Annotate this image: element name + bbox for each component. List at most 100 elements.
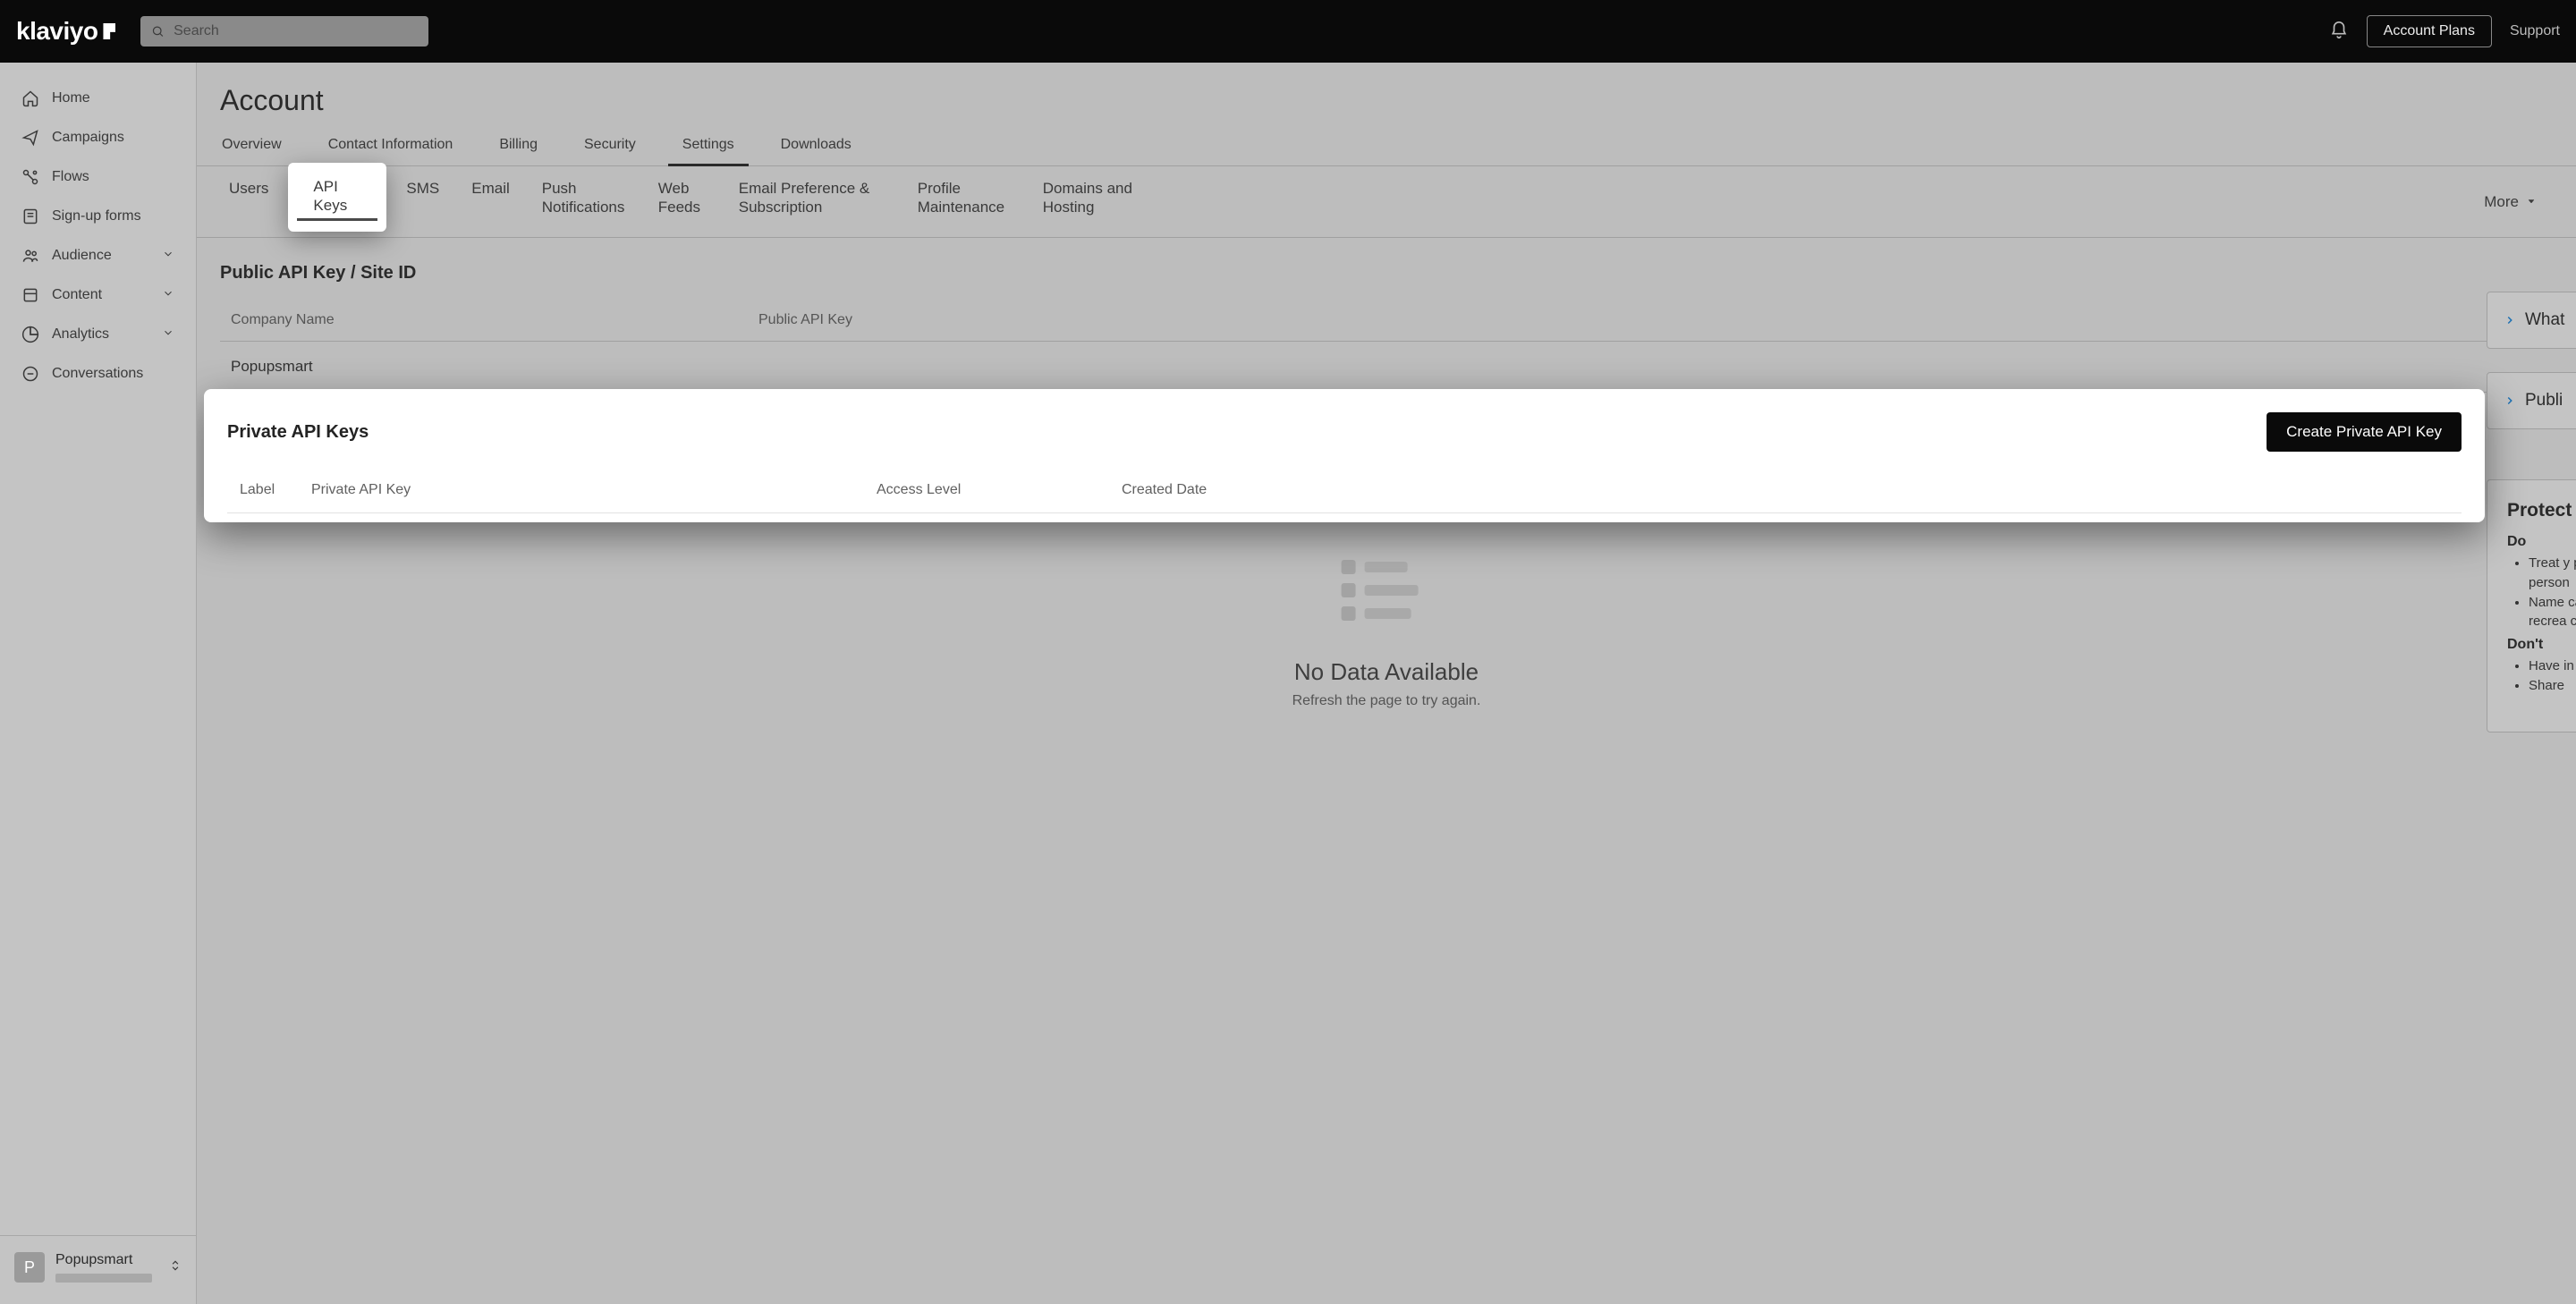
tab-settings[interactable]: Settings bbox=[681, 133, 736, 165]
support-link[interactable]: Support bbox=[2510, 23, 2560, 39]
chevron-right-icon bbox=[2504, 314, 2516, 326]
sidebar-item-analytics[interactable]: Analytics bbox=[0, 315, 196, 354]
subtab-more[interactable]: More bbox=[2468, 166, 2560, 237]
public-api-heading: Public API Key / Site ID bbox=[197, 238, 2576, 300]
help-card-label: What bbox=[2525, 310, 2564, 330]
sidebar: Home Campaigns Flows Sign-up forms Audie… bbox=[0, 63, 197, 1304]
subtab-domains-hosting[interactable]: Domains and Hosting bbox=[1027, 166, 1152, 237]
subtab-push-notifications[interactable]: Push Notifications bbox=[526, 166, 642, 237]
subtab-email-preference[interactable]: Email Preference & Subscription bbox=[723, 166, 902, 237]
sidebar-item-campaigns[interactable]: Campaigns bbox=[0, 118, 196, 157]
sidebar-item-label: Conversations bbox=[52, 366, 143, 382]
help-card-label: Publi bbox=[2525, 391, 2563, 411]
col-private-api-key: Private API Key bbox=[311, 482, 877, 498]
page-title: Account bbox=[197, 63, 2576, 133]
sidebar-nav: Home Campaigns Flows Sign-up forms Audie… bbox=[0, 63, 196, 1235]
subtab-email[interactable]: Email bbox=[455, 166, 526, 237]
col-label: Label bbox=[240, 482, 311, 498]
protect-do-list: Treat y passw person Name can ea recrea … bbox=[2507, 554, 2576, 631]
tab-contact-information[interactable]: Contact Information bbox=[326, 133, 455, 165]
analytics-icon bbox=[21, 326, 39, 343]
footer-placeholder-bar bbox=[55, 1274, 152, 1283]
account-tabs: Overview Contact Information Billing Sec… bbox=[197, 133, 2576, 166]
avatar: P bbox=[14, 1252, 45, 1283]
col-public-api-key: Public API Key bbox=[758, 312, 2542, 328]
flow-icon bbox=[21, 168, 39, 186]
sidebar-item-label: Audience bbox=[52, 248, 112, 264]
subtab-api-keys[interactable]: API Keys bbox=[288, 163, 386, 232]
subtab-sms[interactable]: SMS bbox=[390, 166, 455, 237]
cell-company-name: Popupsmart bbox=[231, 358, 758, 376]
private-table-header: Label Private API Key Access Level Creat… bbox=[227, 473, 2462, 513]
tab-downloads[interactable]: Downloads bbox=[779, 133, 853, 165]
caret-down-icon bbox=[2526, 196, 2537, 207]
col-company-name: Company Name bbox=[231, 312, 758, 328]
account-name: Popupsmart bbox=[55, 1252, 158, 1268]
settings-sub-tabs: Users API Keys SMS Email Push Notificati… bbox=[197, 166, 2576, 238]
list-item: Treat y passw person bbox=[2529, 554, 2576, 593]
sidebar-item-label: Campaigns bbox=[52, 130, 124, 146]
sidebar-item-label: Flows bbox=[52, 169, 89, 185]
sidebar-item-audience[interactable]: Audience bbox=[0, 236, 196, 275]
protect-panel: Protect Do Treat y passw person Name can… bbox=[2487, 479, 2576, 732]
private-api-keys-panel: Private API Keys Create Private API Key … bbox=[204, 389, 2485, 522]
sidebar-item-label: Content bbox=[52, 287, 102, 303]
topbar: klaviyo Account Plans Support bbox=[0, 0, 2576, 63]
subtab-profile-maintenance[interactable]: Profile Maintenance bbox=[902, 166, 1027, 237]
private-panel-header: Private API Keys Create Private API Key bbox=[227, 412, 2462, 452]
subtab-users[interactable]: Users bbox=[213, 166, 284, 237]
protect-dont-list: Have in a pu Share bbox=[2507, 656, 2576, 696]
chevron-down-icon bbox=[162, 326, 174, 343]
protect-do-label: Do bbox=[2507, 534, 2576, 550]
empty-state-title: No Data Available bbox=[1292, 658, 1481, 686]
public-api-table: Company Name Public API Key Popupsmart bbox=[220, 300, 2553, 393]
account-plans-button[interactable]: Account Plans bbox=[2367, 15, 2492, 47]
home-icon bbox=[21, 89, 39, 107]
notifications-button[interactable] bbox=[2329, 21, 2349, 43]
sidebar-footer[interactable]: P Popupsmart bbox=[0, 1235, 196, 1304]
subtab-more-label: More bbox=[2484, 192, 2519, 211]
subtab-web-feeds[interactable]: Web Feeds bbox=[642, 166, 723, 237]
tab-overview[interactable]: Overview bbox=[220, 133, 284, 165]
search-input[interactable] bbox=[174, 23, 418, 39]
footer-text: Popupsmart bbox=[55, 1252, 158, 1283]
bell-icon bbox=[2329, 21, 2349, 40]
table-row: Popupsmart bbox=[220, 342, 2553, 393]
chat-icon bbox=[21, 365, 39, 383]
list-item: Share bbox=[2529, 676, 2576, 696]
create-private-api-key-button[interactable]: Create Private API Key bbox=[2267, 412, 2462, 452]
help-card[interactable]: Publi bbox=[2487, 372, 2576, 429]
logo[interactable]: klaviyo bbox=[16, 17, 115, 46]
table-header-row: Company Name Public API Key bbox=[220, 300, 2553, 342]
protect-title: Protect bbox=[2507, 500, 2576, 521]
sidebar-item-label: Analytics bbox=[52, 326, 109, 343]
account-switcher-icon[interactable] bbox=[169, 1257, 182, 1278]
sidebar-item-conversations[interactable]: Conversations bbox=[0, 354, 196, 394]
search-icon bbox=[151, 24, 165, 38]
topbar-right: Account Plans Support bbox=[2329, 15, 2560, 47]
sidebar-item-signup-forms[interactable]: Sign-up forms bbox=[0, 197, 196, 236]
cell-public-api-key bbox=[758, 358, 2542, 376]
empty-state-subtitle: Refresh the page to try again. bbox=[1292, 693, 1481, 709]
users-icon bbox=[21, 247, 39, 265]
list-item: Name can ea recrea compr bbox=[2529, 593, 2576, 632]
sidebar-item-label: Sign-up forms bbox=[52, 208, 141, 224]
empty-state: No Data Available Refresh the page to tr… bbox=[1292, 560, 1481, 709]
chevron-right-icon bbox=[2504, 394, 2516, 407]
logo-flag-icon bbox=[103, 23, 115, 39]
content-icon bbox=[21, 286, 39, 304]
form-icon bbox=[21, 207, 39, 225]
logo-text: klaviyo bbox=[16, 17, 97, 46]
sidebar-item-flows[interactable]: Flows bbox=[0, 157, 196, 197]
help-sidebar: What Publi bbox=[2487, 292, 2576, 429]
chevron-down-icon bbox=[162, 248, 174, 265]
tab-security[interactable]: Security bbox=[582, 133, 638, 165]
sidebar-item-content[interactable]: Content bbox=[0, 275, 196, 315]
sidebar-item-label: Home bbox=[52, 90, 90, 106]
tab-billing[interactable]: Billing bbox=[497, 133, 539, 165]
search-container[interactable] bbox=[140, 16, 428, 47]
sidebar-item-home[interactable]: Home bbox=[0, 79, 196, 118]
col-access-level: Access Level bbox=[877, 482, 1122, 498]
help-card[interactable]: What bbox=[2487, 292, 2576, 349]
protect-dont-label: Don't bbox=[2507, 637, 2576, 653]
